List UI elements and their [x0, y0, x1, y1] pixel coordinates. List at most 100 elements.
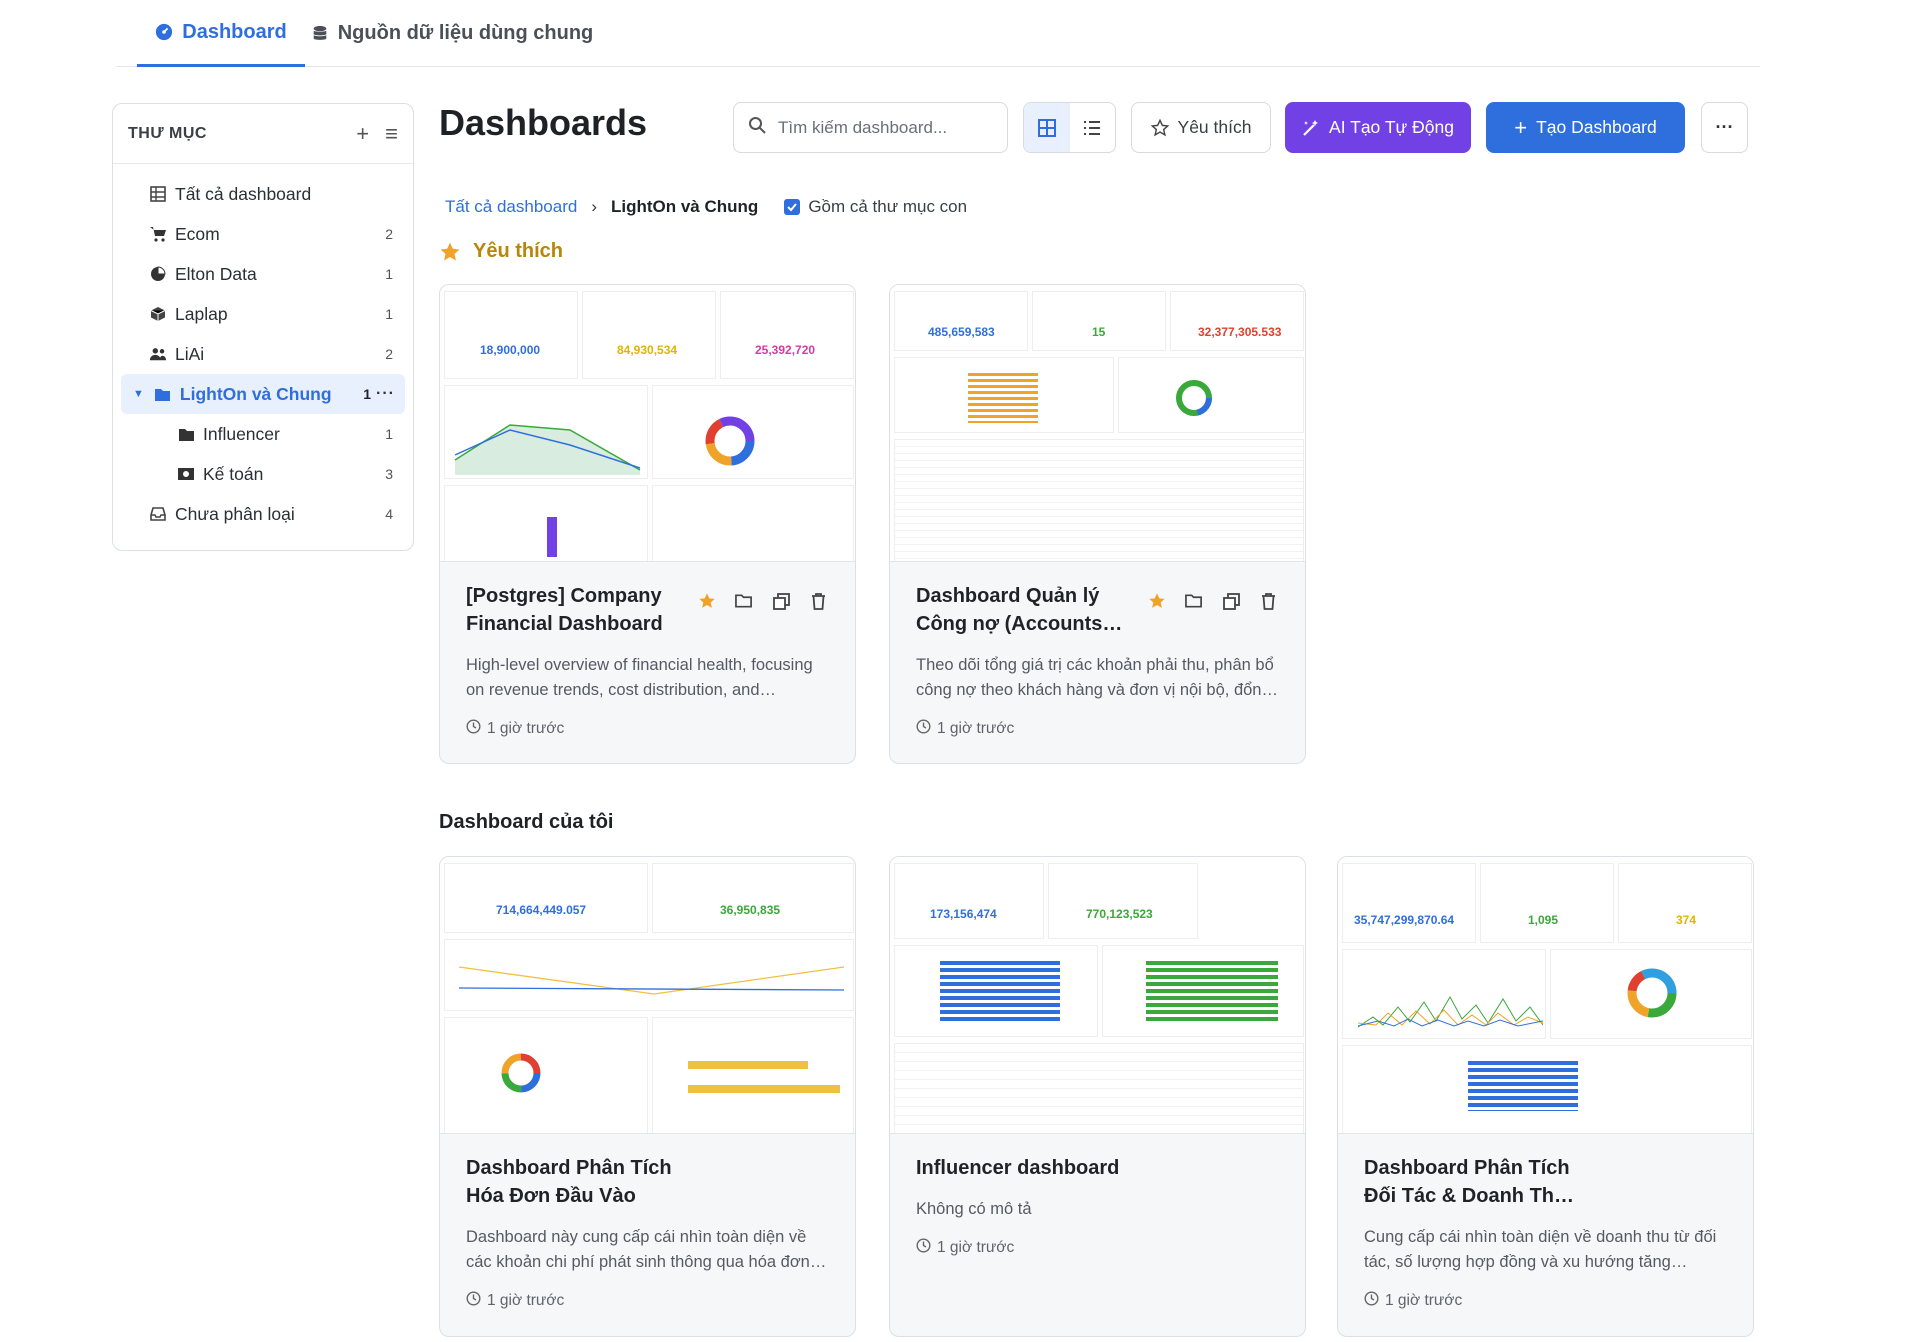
kpi-value: 32,377,305.533	[1198, 325, 1282, 339]
favorites-filter-button[interactable]: Yêu thích	[1131, 102, 1271, 153]
tab-shared-datasources[interactable]: Nguồn dữ liệu dùng chung	[307, 0, 597, 67]
dashboard-description: Theo dõi tổng giá trị các khoản phải thu…	[916, 656, 1278, 699]
dashboard-title[interactable]: Influencer dashboard	[916, 1154, 1146, 1182]
breadcrumb-root-link[interactable]: Tất cả dashboard	[445, 197, 577, 217]
kpi-value: 173,156,474	[930, 907, 997, 921]
chevron-right-icon: ›	[591, 197, 597, 216]
dashboard-title[interactable]: [Postgres] Company Financial Dashboard	[466, 582, 696, 638]
updated-time: 1 giờ trước	[1385, 1292, 1463, 1309]
favorite-star-icon[interactable]	[1148, 592, 1166, 610]
sidebar-item-label: LiAi	[175, 343, 205, 364]
dashboard-card[interactable]: 173,156,474 770,123,523 Influencer dashb…	[889, 856, 1306, 1337]
sidebar-item-label: Tất cả dashboard	[175, 183, 312, 204]
kpi-value: 18,900,000	[480, 343, 541, 357]
create-dashboard-label: Tạo Dashboard	[1536, 117, 1657, 137]
line-chart-thumbnail	[454, 424, 641, 475]
kpi-value: 84,930,534	[617, 343, 678, 357]
clock-icon	[466, 719, 481, 739]
sidebar-item-label: Kế toán	[203, 463, 264, 484]
more-icon[interactable]: ···	[376, 385, 395, 403]
my-dashboards-section-title: Dashboard của tôi	[439, 811, 614, 833]
folder-count: 1	[385, 306, 393, 322]
sidebar-item-label: Elton Data	[175, 263, 257, 284]
dashboard-thumbnail: 714,664,449.057 36,950,835	[440, 857, 855, 1134]
list-icon	[1084, 120, 1101, 135]
sidebar-item-lighton-va-chung[interactable]: ▼ LightOn và Chung 1 ···	[121, 374, 405, 414]
kpi-value: 35,747,299,870.64	[1354, 913, 1455, 927]
view-toggle	[1023, 102, 1116, 153]
page-title: Dashboards	[439, 102, 648, 143]
line-chart-thumbnail	[1358, 995, 1543, 1028]
clock-icon	[916, 719, 931, 739]
sidebar-item-liai[interactable]: LiAi 2	[121, 334, 405, 374]
dashboard-description: High-level overview of financial health,…	[466, 656, 813, 699]
sidebar-item-ecom[interactable]: Ecom 2	[121, 214, 405, 254]
caret-down-icon[interactable]: ▼	[133, 388, 144, 400]
dashboard-card[interactable]: 714,664,449.057 36,950,835 Dashboard Phâ…	[439, 856, 856, 1337]
menu-icon[interactable]: ≡	[385, 122, 398, 145]
folder-icon	[154, 385, 172, 403]
folder-count: 1	[363, 386, 371, 402]
star-outline-icon	[1150, 118, 1169, 136]
duplicate-icon[interactable]	[1222, 592, 1240, 610]
delete-icon[interactable]	[809, 592, 827, 610]
favorites-label: Yêu thích	[1177, 117, 1252, 137]
sidebar-item-uncategorized[interactable]: Chưa phân loại 4	[121, 494, 405, 534]
sidebar-item-ke-toan[interactable]: Kế toán 3	[121, 454, 405, 494]
search-icon	[748, 116, 766, 139]
donut-chart-thumbnail	[705, 416, 755, 466]
cube-icon	[149, 305, 167, 323]
dashboard-card[interactable]: 18,900,000 84,930,534 25,392,720 [Postgr…	[439, 284, 856, 764]
dashboard-thumbnail: 18,900,000 84,930,534 25,392,720	[440, 285, 855, 562]
list-view-button[interactable]	[1070, 103, 1116, 152]
folder-count: 4	[385, 506, 393, 522]
donut-chart-thumbnail	[1176, 380, 1212, 416]
dashboard-card[interactable]: 35,747,299,870.64 1,095 374 Dashboard Ph…	[1337, 856, 1754, 1337]
grid-view-button[interactable]	[1024, 103, 1070, 152]
breadcrumb: Tất cả dashboard › LightOn và Chung Gồm …	[445, 197, 967, 217]
sidebar-item-laplap[interactable]: Laplap 1	[121, 294, 405, 334]
sidebar-item-influencer[interactable]: Influencer 1	[121, 414, 405, 454]
folder-count: 1	[385, 426, 393, 442]
clock-icon	[916, 1238, 931, 1258]
sidebar-item-all[interactable]: Tất cả dashboard	[121, 174, 405, 214]
dashboard-description: Không có mô tả	[916, 1200, 1032, 1218]
tab-dashboard[interactable]: Dashboard	[137, 0, 305, 67]
sidebar-item-elton-data[interactable]: Elton Data 1	[121, 254, 405, 294]
dashboard-thumbnail: 485,659,583 15 32,377,305.533	[890, 285, 1305, 562]
pie-chart-icon	[149, 265, 167, 283]
kpi-value: 485,659,583	[928, 325, 995, 339]
dashboard-card[interactable]: 485,659,583 15 32,377,305.533 Dashboard …	[889, 284, 1306, 764]
folder-count: 2	[385, 226, 393, 242]
add-folder-icon[interactable]: +	[356, 122, 369, 145]
dashboard-gauge-icon	[156, 23, 173, 41]
ai-generate-label: AI Tạo Tự Động	[1329, 117, 1454, 137]
dashboard-title[interactable]: Dashboard Quản lý Công nợ (Accounts…	[916, 582, 1146, 638]
move-folder-icon[interactable]	[735, 592, 753, 610]
include-subfolders-checkbox[interactable]: Gồm cả thư mục con	[784, 197, 967, 217]
users-icon	[149, 345, 167, 363]
donut-chart-thumbnail	[1627, 968, 1677, 1018]
dashboard-title[interactable]: Dashboard Phân Tích Hóa Đơn Đầu Vào	[466, 1154, 696, 1210]
search-input[interactable]: Tìm kiếm dashboard...	[733, 102, 1008, 153]
dashboard-title[interactable]: Dashboard Phân Tích Đối Tác & Doanh Th…	[1364, 1154, 1594, 1210]
sidebar-title: THƯ MỤC	[128, 124, 207, 142]
duplicate-icon[interactable]	[772, 592, 790, 610]
more-options-button[interactable]: ···	[1701, 102, 1748, 153]
include-subfolders-label: Gồm cả thư mục con	[808, 197, 968, 216]
ai-generate-button[interactable]: AI Tạo Tự Động	[1285, 102, 1471, 153]
delete-icon[interactable]	[1259, 592, 1277, 610]
folder-sidebar: THƯ MỤC + ≡ Tất cả dashboard Ecom 2 Elto…	[112, 103, 414, 551]
tab-dashboard-label: Dashboard	[182, 20, 287, 43]
folder-count: 3	[385, 466, 393, 482]
favorites-section-label: Yêu thích	[473, 240, 564, 262]
search-placeholder: Tìm kiếm dashboard...	[778, 117, 948, 137]
kpi-value: 374	[1676, 913, 1697, 927]
create-dashboard-button[interactable]: + Tạo Dashboard	[1486, 102, 1685, 153]
updated-time: 1 giờ trước	[487, 720, 565, 737]
sidebar-item-label: LightOn và Chung	[179, 383, 332, 404]
inbox-icon	[149, 505, 167, 523]
tab-shared-datasources-label: Nguồn dữ liệu dùng chung	[337, 22, 594, 44]
favorite-star-icon[interactable]	[698, 592, 716, 610]
move-folder-icon[interactable]	[1185, 592, 1203, 610]
